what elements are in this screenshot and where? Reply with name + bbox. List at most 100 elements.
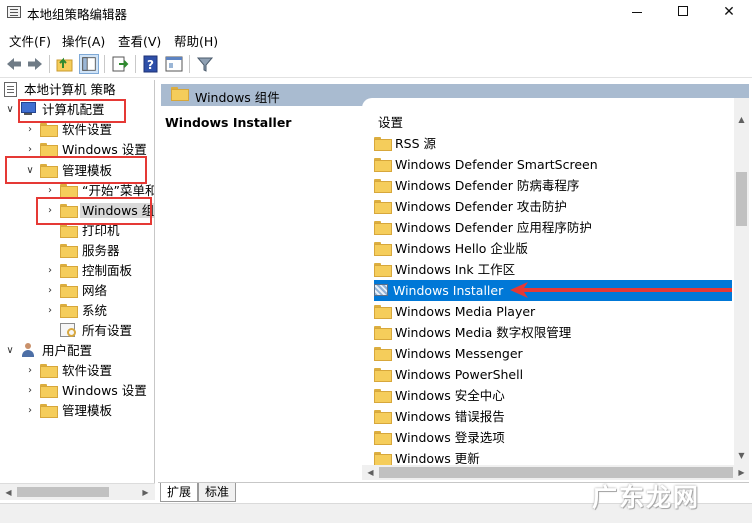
list-item[interactable]: Windows Defender 防病毒程序 (374, 175, 732, 196)
folder-icon (60, 184, 78, 198)
chevron-down-icon[interactable]: ∨ (5, 341, 15, 361)
chevron-right-icon[interactable]: › (25, 120, 35, 140)
scroll-right-icon[interactable]: ▶ (138, 485, 153, 500)
menu-action[interactable]: 操作(A) (62, 31, 105, 50)
close-button[interactable]: ✕ (706, 0, 752, 25)
list-item[interactable]: Windows 更新 (374, 448, 732, 465)
toolbar-separator (189, 55, 190, 73)
list-vertical-scrollbar[interactable]: ▲ ▼ (734, 98, 749, 465)
list-item[interactable]: Windows Media Player (374, 301, 732, 322)
scrollbar-thumb[interactable] (736, 172, 747, 226)
folder-icon (40, 123, 58, 137)
window-title: 本地组策略编辑器 (27, 7, 128, 22)
folder-icon (374, 305, 392, 319)
menu-file[interactable]: 文件(F) (9, 31, 51, 50)
menu-view[interactable]: 查看(V) (118, 31, 161, 50)
folder-icon (374, 431, 392, 445)
list-item[interactable]: Windows Defender 攻击防护 (374, 196, 732, 217)
column-header-setting[interactable]: 设置 (378, 112, 403, 131)
tree-item-system[interactable]: 系统 (60, 301, 109, 321)
tab-extended[interactable]: 扩展 (160, 483, 199, 502)
tree-item-root[interactable]: 本地计算机 策略 (4, 80, 117, 100)
back-arrow-icon[interactable] (4, 54, 24, 74)
toolbar-separator (49, 55, 50, 73)
scroll-left-icon[interactable]: ◀ (363, 465, 378, 480)
folder-icon (171, 87, 189, 101)
description-title: Windows Installer (165, 115, 292, 130)
forward-arrow-icon[interactable] (25, 54, 45, 74)
folder-icon (374, 410, 392, 424)
tree-pane: 本地计算机 策略 ∨ 计算机配置 › 软件设置 › Windows 设置 ∨ 管… (0, 80, 155, 500)
tree-item-user-admin-templates[interactable]: 管理模板 (40, 401, 114, 421)
scrollbar-thumb[interactable] (379, 467, 733, 478)
tree-item-server[interactable]: 服务器 (60, 241, 122, 261)
chevron-right-icon[interactable]: › (25, 401, 35, 421)
scroll-left-icon[interactable]: ◀ (1, 485, 16, 500)
content-header-title: Windows 组件 (195, 90, 280, 105)
show-hide-tree-icon[interactable] (79, 54, 99, 74)
chevron-right-icon[interactable]: › (25, 381, 35, 401)
folder-icon (374, 200, 392, 214)
policy-document-icon (4, 81, 17, 97)
watermark-text: 广东龙网 (592, 483, 701, 512)
folder-icon (374, 326, 392, 340)
export-list-icon[interactable] (110, 54, 130, 74)
menu-help[interactable]: 帮助(H) (174, 31, 218, 50)
user-icon (20, 342, 36, 358)
folder-icon (60, 284, 78, 298)
all-settings-icon (60, 323, 76, 337)
tree-item-user-windows-settings[interactable]: Windows 设置 (40, 381, 149, 401)
tree-item-all-settings[interactable]: 所有设置 (60, 321, 134, 341)
highlight-computer-config (18, 99, 126, 123)
up-folder-icon[interactable] (55, 54, 75, 74)
scroll-up-icon[interactable]: ▲ (734, 112, 749, 127)
folder-icon (60, 264, 78, 278)
list-item[interactable]: Windows PowerShell (374, 364, 732, 385)
list-item[interactable]: Windows Defender SmartScreen (374, 154, 732, 175)
menu-bar: 文件(F) 操作(A) 查看(V) 帮助(H) (0, 27, 752, 49)
folder-icon (60, 244, 78, 258)
tree-item-software-settings[interactable]: 软件设置 (40, 120, 114, 140)
tab-standard[interactable]: 标准 (198, 483, 237, 502)
chevron-right-icon[interactable]: › (45, 261, 55, 281)
list-item[interactable]: Windows Hello 企业版 (374, 238, 732, 259)
help-icon[interactable]: ? (141, 54, 161, 74)
properties-icon[interactable] (164, 54, 184, 74)
list-item[interactable]: Windows 登录选项 (374, 427, 732, 448)
scroll-right-icon[interactable]: ▶ (734, 465, 749, 480)
filter-icon[interactable] (195, 54, 215, 74)
folder-icon (40, 384, 58, 398)
scroll-down-icon[interactable]: ▼ (734, 448, 749, 463)
title-bar: 本地组策略编辑器 ✕ (0, 0, 752, 25)
chevron-right-icon[interactable]: › (45, 281, 55, 301)
folder-icon (374, 389, 392, 403)
folder-icon (374, 179, 392, 193)
tree-item-network[interactable]: 网络 (60, 281, 109, 301)
description-pane: Windows Installer (161, 106, 362, 482)
chevron-right-icon[interactable]: › (25, 361, 35, 381)
folder-icon (374, 452, 392, 465)
maximize-button[interactable] (660, 0, 706, 25)
list-item[interactable]: Windows Media 数字权限管理 (374, 322, 732, 343)
list-item[interactable]: Windows Ink 工作区 (374, 259, 732, 280)
toolbar-separator (104, 55, 105, 73)
chevron-right-icon[interactable]: › (45, 301, 55, 321)
list-item[interactable]: Windows Messenger (374, 343, 732, 364)
tree-item-control-panel[interactable]: 控制面板 (60, 261, 134, 281)
minimize-button[interactable] (614, 0, 660, 25)
folder-icon (374, 242, 392, 256)
list-item[interactable]: Windows Defender 应用程序防护 (374, 217, 732, 238)
folder-icon (40, 364, 58, 378)
list-item[interactable]: Windows 错误报告 (374, 406, 732, 427)
chevron-down-icon[interactable]: ∨ (5, 100, 15, 120)
tree-item-user-config[interactable]: 用户配置 (20, 341, 94, 361)
folder-icon (60, 304, 78, 318)
toolbar-separator (135, 55, 136, 73)
list-item[interactable]: RSS 源 (374, 133, 732, 154)
folder-icon (374, 347, 392, 361)
scrollbar-thumb[interactable] (17, 487, 109, 497)
annotation-arrow-icon (510, 282, 732, 298)
tree-item-user-software-settings[interactable]: 软件设置 (40, 361, 114, 381)
tree-horizontal-scrollbar[interactable]: ◀ ▶ (0, 483, 155, 500)
list-item[interactable]: Windows 安全中心 (374, 385, 732, 406)
